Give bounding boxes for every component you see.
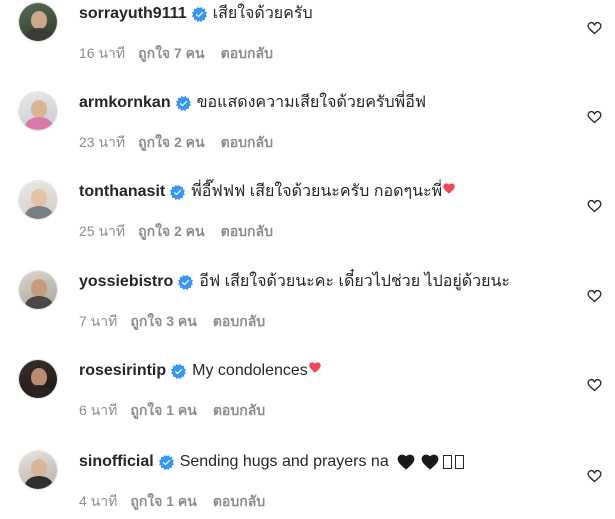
reply-button[interactable]: ตอบกลับ [221, 45, 273, 61]
heart-outline-icon[interactable] [586, 288, 603, 304]
avatar[interactable] [18, 2, 58, 42]
comment-item: sinofficial Sending hugs and prayers na … [0, 450, 615, 519]
reply-button[interactable]: ตอบกลับ [213, 313, 265, 329]
verified-badge-icon [178, 274, 194, 290]
username[interactable]: tonthanasit [79, 182, 165, 202]
heart-outline-icon[interactable] [586, 20, 603, 36]
unsupported-glyph-icon [454, 455, 464, 469]
comment-item: tonthanasit พี่อี๊ฟฟฟ เสียใจด้วยนะครับ ก… [0, 180, 615, 260]
reply-button[interactable]: ตอบกลับ [213, 493, 265, 509]
comment-list: sorrayuth9111 เสียใจด้วยครับ 16 นาที ถูก… [0, 0, 615, 519]
like-count[interactable]: ถูกใจ 2 คน [138, 223, 205, 239]
heart-outline-icon[interactable] [586, 109, 603, 125]
verified-badge-icon [158, 454, 174, 470]
comment-text: My condolences [192, 362, 308, 379]
comment-item: rosesirintip My condolences 6 นาที ถูกใจ… [0, 359, 615, 439]
verified-badge-icon [171, 363, 187, 379]
timestamp[interactable]: 16 นาที [79, 45, 125, 61]
avatar[interactable] [18, 270, 58, 310]
comment-text: พี่อี๊ฟฟฟ เสียใจด้วยนะครับ กอดๆนะพี่ [191, 183, 443, 200]
timestamp[interactable]: 25 นาที [79, 223, 125, 239]
comment-item: yossiebistro อีฟ เสียใจด้วยนะคะ เดี๋ยวไป… [0, 270, 615, 350]
comment-text: Sending hugs and prayers na [179, 453, 389, 470]
timestamp[interactable]: 4 นาที [79, 493, 117, 509]
black-heart-emoji-icon [397, 454, 415, 470]
comment-item: sorrayuth9111 เสียใจด้วยครับ 16 นาที ถูก… [0, 2, 615, 82]
red-heart-emoji-icon [443, 182, 455, 194]
avatar[interactable] [18, 450, 58, 490]
like-count[interactable]: ถูกใจ 3 คน [130, 313, 197, 329]
like-count[interactable]: ถูกใจ 1 คน [130, 402, 197, 418]
like-count[interactable]: ถูกใจ 1 คน [130, 493, 197, 509]
avatar[interactable] [18, 180, 58, 220]
verified-badge-icon [191, 6, 207, 22]
username[interactable]: yossiebistro [79, 272, 173, 292]
red-heart-emoji-icon [309, 361, 321, 373]
like-count[interactable]: ถูกใจ 7 คน [138, 45, 205, 61]
username[interactable]: armkornkan [79, 93, 171, 113]
black-heart-emoji-icon [421, 454, 439, 470]
comment-text: ขอแสดงความเสียใจด้วยครับพี่อีฟ [196, 94, 427, 111]
comment-item: armkornkan ขอแสดงความเสียใจด้วยครับพี่อี… [0, 91, 615, 171]
avatar[interactable] [18, 91, 58, 131]
timestamp[interactable]: 23 นาที [79, 134, 125, 150]
like-count[interactable]: ถูกใจ 2 คน [138, 134, 205, 150]
reply-button[interactable]: ตอบกลับ [221, 223, 273, 239]
username[interactable]: rosesirintip [79, 361, 166, 381]
heart-outline-icon[interactable] [586, 198, 603, 214]
heart-outline-icon[interactable] [586, 377, 603, 393]
username[interactable]: sinofficial [79, 452, 154, 472]
comment-text: เสียใจด้วยครับ [212, 5, 313, 22]
verified-badge-icon [170, 184, 186, 200]
reply-button[interactable]: ตอบกลับ [221, 134, 273, 150]
reply-button[interactable]: ตอบกลับ [213, 402, 265, 418]
timestamp[interactable]: 7 นาที [79, 313, 117, 329]
verified-badge-icon [175, 95, 191, 111]
comment-text: อีฟ เสียใจด้วยนะคะ เดี๋ยวไปช่วย ไปอยู่ด้… [199, 273, 511, 290]
avatar[interactable] [18, 359, 58, 399]
username[interactable]: sorrayuth9111 [79, 4, 187, 24]
timestamp[interactable]: 6 นาที [79, 402, 117, 418]
heart-outline-icon[interactable] [586, 468, 603, 484]
unsupported-glyph-icon [442, 455, 452, 469]
